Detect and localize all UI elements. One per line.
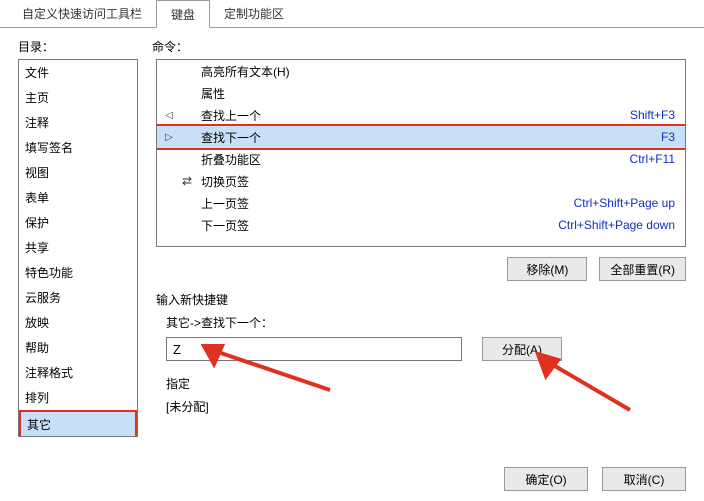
dir-item-3[interactable]: 填写签名 [19, 135, 137, 160]
dir-item-2[interactable]: 注释 [19, 110, 137, 135]
label-new-shortcut: 输入新快捷键 [156, 291, 686, 308]
assign-button[interactable]: 分配(A) [482, 337, 562, 361]
cmd-row-1[interactable]: 属性 [157, 82, 685, 104]
cmd-text: 属性 [197, 85, 675, 102]
cmd-text: 折叠功能区 [197, 151, 630, 168]
cmd-text: 高亮所有文本(H) [197, 63, 675, 80]
tab-quick-access[interactable]: 自定义快速访问工具栏 [8, 0, 156, 27]
dir-item-12[interactable]: 注释格式 [19, 360, 137, 385]
cmd-shortcut: Ctrl+Shift+Page down [558, 218, 675, 232]
dir-item-11[interactable]: 帮助 [19, 335, 137, 360]
reset-all-button[interactable]: 全部重置(R) [599, 257, 686, 281]
dialog-footer: 确定(O) 取消(C) [504, 467, 686, 491]
dir-item-0[interactable]: 文件 [19, 60, 137, 85]
cmd-row-6[interactable]: 上一页签Ctrl+Shift+Page up [157, 192, 685, 214]
expand-icon: ◁ [161, 110, 177, 121]
shortcut-input[interactable] [166, 337, 462, 361]
tab-customize-ribbon[interactable]: 定制功能区 [210, 0, 298, 27]
cmd-shortcut: Ctrl+Shift+Page up [574, 196, 675, 210]
tab-bar: 自定义快速访问工具栏 键盘 定制功能区 [0, 0, 704, 28]
dir-item-1[interactable]: 主页 [19, 85, 137, 110]
cmd-text: 切换页签 [197, 173, 675, 190]
label-command-path: 其它->查找下一个： [166, 314, 686, 331]
cmd-row-7[interactable]: 下一页签Ctrl+Shift+Page down [157, 214, 685, 236]
content-area: 目录： 命令： 文件主页注释填写签名视图表单保护共享特色功能云服务放映帮助注释格… [0, 28, 704, 454]
dir-item-13[interactable]: 排列 [19, 385, 137, 410]
dir-item-8[interactable]: 特色功能 [19, 260, 137, 285]
cmd-row-4[interactable]: 折叠功能区Ctrl+F11 [157, 148, 685, 170]
command-list[interactable]: 高亮所有文本(H)属性◁查找上一个Shift+F3▷查找下一个F3折叠功能区Ct… [156, 59, 686, 247]
cmd-text: 下一页签 [197, 217, 558, 234]
cancel-button[interactable]: 取消(C) [602, 467, 686, 491]
label-assigned: 指定 [166, 375, 686, 392]
dir-item-14[interactable]: 其它 [19, 410, 137, 437]
cmd-row-2[interactable]: ◁ 查找上一个Shift+F3 [157, 104, 685, 126]
assigned-value: [未分配] [166, 398, 686, 415]
customize-dialog: 自定义快速访问工具栏 键盘 定制功能区 目录： 命令： 文件主页注释填写签名视图… [0, 0, 704, 501]
expand-icon: ▷ [161, 132, 177, 143]
tab-keyboard[interactable]: 键盘 [156, 0, 210, 28]
ok-button[interactable]: 确定(O) [504, 467, 588, 491]
dir-item-6[interactable]: 保护 [19, 210, 137, 235]
cmd-shortcut: Shift+F3 [630, 108, 675, 122]
cmd-icon: ⇄ [177, 174, 197, 188]
dir-item-7[interactable]: 共享 [19, 235, 137, 260]
dir-item-9[interactable]: 云服务 [19, 285, 137, 310]
cmd-text: 上一页签 [197, 195, 574, 212]
cmd-shortcut: Ctrl+F11 [630, 152, 675, 166]
remove-button[interactable]: 移除(M) [507, 257, 587, 281]
dir-item-5[interactable]: 表单 [19, 185, 137, 210]
cmd-text: 查找下一个 [197, 129, 661, 146]
cmd-row-0[interactable]: 高亮所有文本(H) [157, 60, 685, 82]
cmd-row-3[interactable]: ▷ 查找下一个F3 [157, 126, 685, 148]
dir-item-4[interactable]: 视图 [19, 160, 137, 185]
dir-item-10[interactable]: 放映 [19, 310, 137, 335]
cmd-row-5[interactable]: ⇄切换页签 [157, 170, 685, 192]
label-command: 命令： [152, 38, 188, 55]
directory-list[interactable]: 文件主页注释填写签名视图表单保护共享特色功能云服务放映帮助注释格式排列其它 [18, 59, 138, 437]
cmd-text: 查找上一个 [197, 107, 630, 124]
label-directory: 目录： [18, 38, 138, 55]
cmd-shortcut: F3 [661, 130, 675, 144]
